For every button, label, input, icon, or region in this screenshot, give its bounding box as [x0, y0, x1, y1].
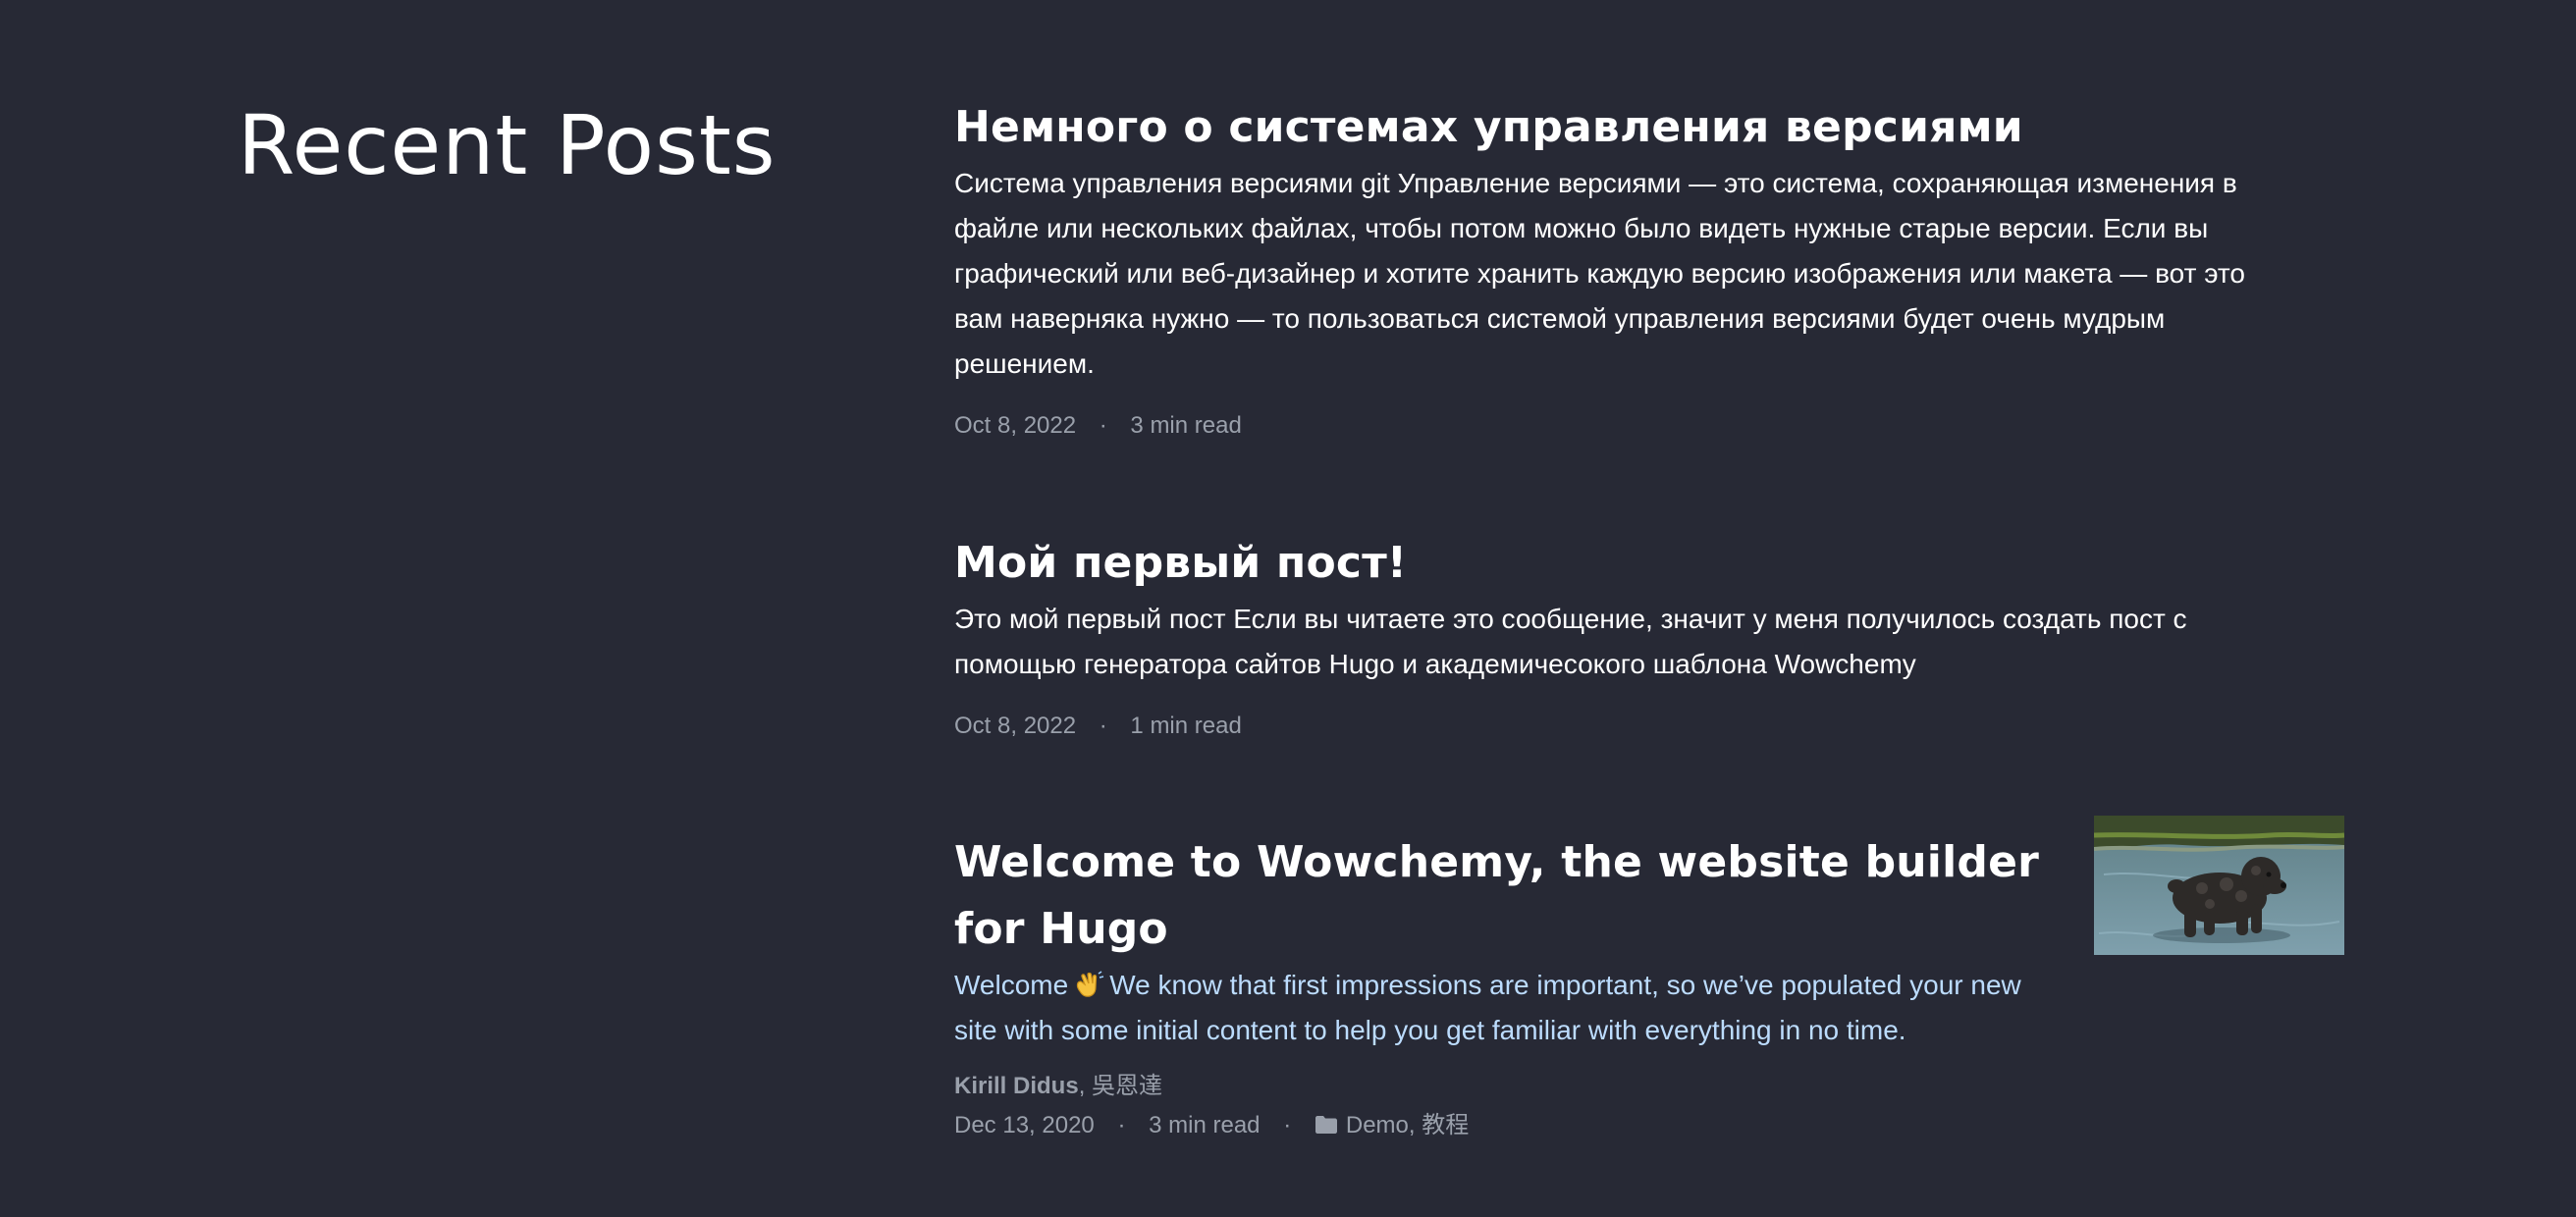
category-separator: , [1408, 1112, 1416, 1138]
post-metadata: Oct 8, 2022 · 3 min read [954, 406, 2340, 446]
post-item: Мой первый пост! Это мой первый пост Есл… [954, 530, 2340, 829]
post-date: Oct 8, 2022 [954, 713, 1077, 739]
post-item: Немного о системах управления версиями С… [954, 94, 2340, 530]
post-summary: Система управления версиями git Управлен… [954, 168, 2245, 379]
post-date: Oct 8, 2022 [954, 412, 1077, 439]
post-metadata: Oct 8, 2022 · 1 min read [954, 707, 2340, 746]
reading-time: 3 min read [1149, 1112, 1261, 1138]
meta-separator: · [1283, 1112, 1292, 1138]
section-title: Recent Posts [238, 97, 777, 193]
waving-hand-icon [1072, 968, 1105, 997]
folder-icon [1315, 1108, 1338, 1147]
meta-separator: · [1099, 412, 1107, 439]
summary-text: Welcome [954, 970, 1069, 1000]
meta-separator: · [1117, 1112, 1126, 1138]
reading-time: 1 min read [1130, 713, 1242, 739]
post-meta-row: Dec 13, 2020 · 3 min read · Demo, 教程 [954, 1106, 2340, 1147]
post-list: Немного о системах управления версиями С… [954, 94, 2344, 1147]
reading-time: 3 min read [1130, 412, 1242, 439]
post-title-link[interactable]: Немного о системах управления версиями [954, 94, 2340, 161]
dog-thumbnail-image[interactable] [2094, 816, 2344, 955]
author-link[interactable]: Kirill Didus [954, 1073, 1079, 1099]
post-summary: Это мой первый пост Если вы читаете это … [954, 604, 2187, 679]
author-link[interactable]: 吳恩達 [1092, 1073, 1162, 1099]
category-link[interactable]: 教程 [1422, 1112, 1469, 1138]
meta-separator: · [1099, 713, 1107, 739]
post-title-link[interactable]: Мой первый пост! [954, 530, 2340, 597]
post-metadata: Kirill Didus, 吳恩達 Dec 13, 2020 · 3 min r… [954, 1067, 2340, 1147]
author-separator: , [1078, 1073, 1086, 1099]
post-item: Welcome to Wowchemy, the website builder… [954, 816, 2344, 1147]
summary-text: We know that first impressions are impor… [954, 970, 2021, 1045]
author-list: Kirill Didus, 吳恩達 [954, 1067, 2340, 1106]
post-title-link[interactable]: Welcome to Wowchemy, the website builder… [954, 829, 2044, 963]
post-summary-link[interactable]: Welcome We know that first impressions ar… [954, 963, 2044, 1053]
category-link[interactable]: Demo [1346, 1112, 1409, 1138]
post-date: Dec 13, 2020 [954, 1112, 1095, 1138]
